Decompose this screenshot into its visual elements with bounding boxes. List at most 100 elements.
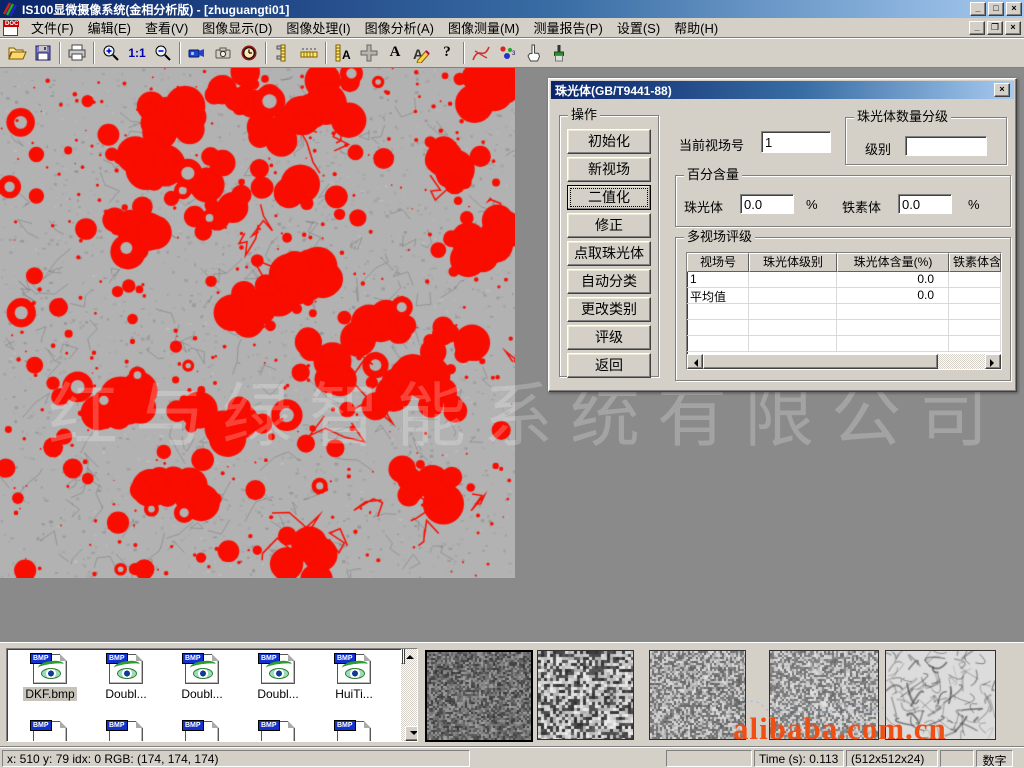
- file-item[interactable]: BMP Doubl...: [241, 654, 315, 701]
- file-name: Doubl...: [89, 687, 163, 701]
- scroll-down-button[interactable]: [405, 726, 418, 741]
- menu-item-image-process[interactable]: 图像处理(I): [279, 16, 357, 39]
- current-view-input[interactable]: [761, 131, 831, 153]
- menu-item-settings[interactable]: 设置(S): [610, 16, 667, 39]
- snapshot-button[interactable]: [210, 40, 236, 66]
- dialog-close-button[interactable]: ×: [994, 83, 1010, 97]
- init-button[interactable]: 初始化: [567, 129, 651, 154]
- window-title: IS100显微摄像系统(金相分析版) - [zhuguangti01]: [22, 1, 289, 18]
- percent-sign: %: [806, 197, 818, 212]
- menu-item-file[interactable]: 文件(F): [24, 16, 81, 39]
- scroll-right-button[interactable]: [985, 354, 1001, 369]
- grade-input[interactable]: [905, 136, 987, 156]
- ferrite-percent-input[interactable]: [898, 194, 952, 214]
- table-row[interactable]: 1 0.0: [687, 272, 1001, 288]
- thumbnail-1[interactable]: [425, 650, 533, 742]
- annotate-button[interactable]: A: [408, 40, 434, 66]
- menu-item-image-analysis[interactable]: 图像分析(A): [358, 16, 441, 39]
- current-view-label: 当前视场号: [679, 135, 744, 154]
- particles-button[interactable]: 3: [494, 40, 520, 66]
- new-field-button[interactable]: 新视场: [567, 157, 651, 182]
- table-row[interactable]: 平均值 0.0: [687, 288, 1001, 304]
- mdi-close-button[interactable]: ×: [1005, 21, 1021, 35]
- mdi-document-icon[interactable]: DOC: [3, 20, 18, 36]
- file-item[interactable]: BMP HuiTi...: [317, 654, 391, 701]
- return-button[interactable]: 返回: [567, 353, 651, 378]
- menu-item-report[interactable]: 测量报告(P): [526, 16, 609, 39]
- table-horizontal-scrollbar[interactable]: [687, 354, 1001, 369]
- file-item[interactable]: BMP: [165, 721, 239, 742]
- cell-field: 1: [687, 272, 749, 288]
- print-button[interactable]: [64, 40, 90, 66]
- scroll-up-button[interactable]: [401, 648, 403, 664]
- micrograph-image[interactable]: [0, 68, 515, 578]
- open-icon: [7, 43, 27, 63]
- bottom-panel: BMP DKF.bmp BMP Doubl... BMP Doubl... BM…: [0, 642, 1024, 747]
- cell-content: 0.0: [837, 272, 949, 288]
- menu-item-edit[interactable]: 编辑(E): [81, 16, 138, 39]
- file-item[interactable]: BMP DKF.bmp: [13, 654, 87, 701]
- hand-button[interactable]: [520, 40, 546, 66]
- scroll-left-button[interactable]: [687, 354, 703, 369]
- file-name: HuiTi...: [317, 687, 391, 701]
- rating-table[interactable]: 视场号 珠光体级别 珠光体含量(%) 铁素体含量(%) 1 0.0 平均值: [686, 252, 1002, 370]
- file-item[interactable]: BMP: [89, 721, 163, 742]
- maximize-button[interactable]: □: [988, 2, 1004, 16]
- menu-item-view[interactable]: 查看(V): [138, 16, 195, 39]
- menu-item-image-measure[interactable]: 图像测量(M): [441, 16, 527, 39]
- open-button[interactable]: [4, 40, 30, 66]
- ruler-icon: [299, 43, 319, 63]
- video-camera-icon: [187, 43, 207, 63]
- auto-classify-button[interactable]: 自动分类: [567, 269, 651, 294]
- brush-button[interactable]: [546, 40, 572, 66]
- move-cross-button[interactable]: [356, 40, 382, 66]
- one-to-one-button[interactable]: 1:1: [124, 40, 150, 66]
- help-button[interactable]: ?: [434, 40, 460, 66]
- ruler-button[interactable]: [296, 40, 322, 66]
- thumbnail-3[interactable]: [649, 650, 746, 740]
- menu-item-image-display[interactable]: 图像显示(D): [195, 16, 279, 39]
- multifield-group-title: 多视场评级: [684, 230, 755, 244]
- pearlite-dialog: 珠光体(GB/T9441-88) × 操作 初始化 新视场 二值化 修正 点取珠…: [548, 78, 1017, 392]
- file-item[interactable]: BMP: [241, 721, 315, 742]
- table-header-row: 视场号 珠光体级别 珠光体含量(%) 铁素体含量(%): [687, 253, 1001, 272]
- file-item[interactable]: BMP: [317, 721, 391, 742]
- scrollbar-thumb[interactable]: [703, 354, 938, 369]
- mdi-minimize-button[interactable]: _: [969, 21, 985, 35]
- measure-text-icon: A: [333, 43, 353, 63]
- close-button[interactable]: ×: [1006, 2, 1022, 16]
- empty-panel: [666, 750, 752, 767]
- zoom-in-button[interactable]: [98, 40, 124, 66]
- toolbar-separator: [463, 42, 465, 64]
- file-list[interactable]: BMP DKF.bmp BMP Doubl... BMP Doubl... BM…: [6, 648, 418, 742]
- binarize-button[interactable]: 二值化: [567, 185, 651, 210]
- timer-button[interactable]: [236, 40, 262, 66]
- scrollbar-track[interactable]: [938, 354, 985, 369]
- caliper-button[interactable]: [270, 40, 296, 66]
- text-button[interactable]: A: [382, 40, 408, 66]
- file-item[interactable]: BMP Doubl...: [165, 654, 239, 701]
- file-item[interactable]: BMP: [13, 721, 87, 742]
- bmp-file-icon: BMP: [337, 721, 371, 742]
- save-button[interactable]: [30, 40, 56, 66]
- file-list-scrollbar[interactable]: [401, 649, 417, 741]
- zoom-out-button[interactable]: [150, 40, 176, 66]
- zoom-in-icon: [101, 43, 121, 63]
- grade-group-title: 珠光体数量分级: [854, 110, 951, 124]
- bmp-file-icon: BMP: [261, 654, 295, 684]
- thumbnail-2[interactable]: [537, 650, 634, 740]
- video-capture-button[interactable]: [184, 40, 210, 66]
- dialog-title-bar[interactable]: 珠光体(GB/T9441-88) ×: [551, 81, 1014, 99]
- pick-pearlite-button[interactable]: 点取珠光体: [567, 241, 651, 266]
- menu-item-help[interactable]: 帮助(H): [667, 16, 725, 39]
- file-item[interactable]: BMP Doubl...: [89, 654, 163, 701]
- scrollbar-thumb[interactable]: [403, 648, 405, 664]
- measure-text-button[interactable]: A: [330, 40, 356, 66]
- correct-button[interactable]: 修正: [567, 213, 651, 238]
- pearlite-percent-input[interactable]: [740, 194, 794, 214]
- mdi-restore-button[interactable]: ❐: [987, 21, 1003, 35]
- minimize-button[interactable]: _: [970, 2, 986, 16]
- spline-button[interactable]: [468, 40, 494, 66]
- rate-button[interactable]: 评级: [567, 325, 651, 350]
- change-class-button[interactable]: 更改类别: [567, 297, 651, 322]
